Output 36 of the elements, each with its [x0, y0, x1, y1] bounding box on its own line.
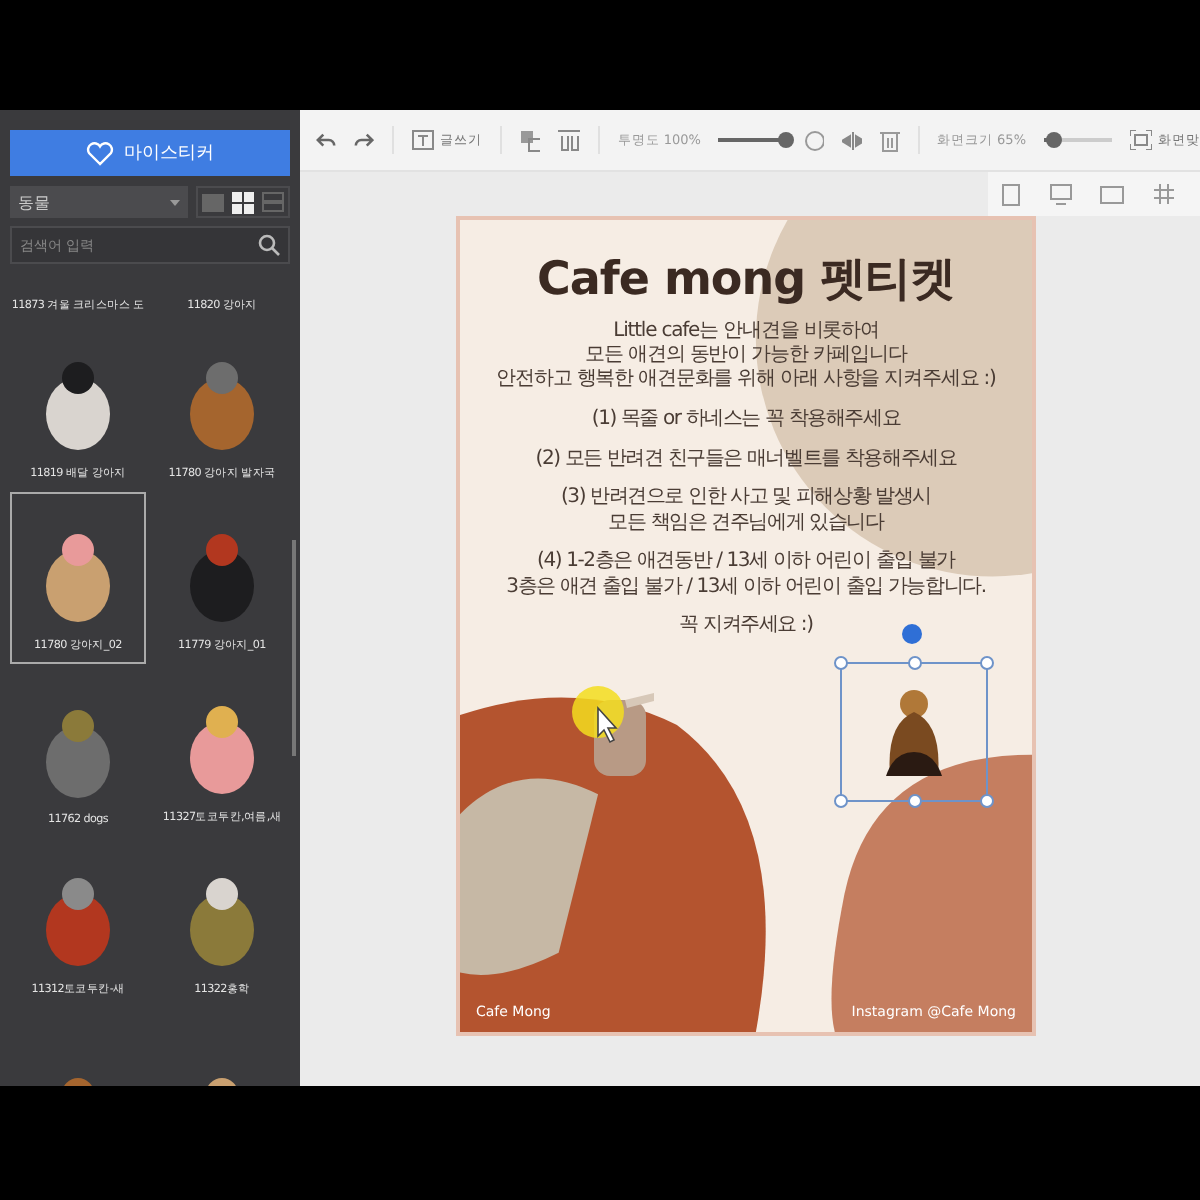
flip-icon[interactable] [842, 131, 863, 149]
intro-text: Little cafe는 안내견을 비롯하여 모든 애견의 동반이 가능한 카페입니다 안전하고 행복한 애견문화를 위해 아래 사항을 지켜주세요 :) [496, 320, 996, 392]
image-frame-icon[interactable] [1100, 185, 1125, 203]
trash-icon[interactable] [880, 129, 900, 151]
rule-text: (2) 모든 반려견 친구들은 매너벨트를 착용해주세요 [535, 447, 957, 472]
slider-thumb[interactable] [778, 132, 795, 148]
heart-icon [86, 141, 114, 165]
layers-icon[interactable] [519, 129, 540, 151]
grid-view-icon [232, 191, 254, 213]
resize-handle[interactable] [980, 655, 994, 669]
search-icon [258, 234, 280, 256]
list-view-icon [202, 193, 224, 211]
rotate-handle[interactable] [902, 623, 922, 643]
fit-screen-icon [1130, 130, 1152, 150]
category-dropdown[interactable]: 동물 [10, 186, 188, 218]
resize-handle[interactable] [908, 655, 922, 669]
align-icon[interactable] [557, 129, 580, 151]
scrollbar[interactable] [292, 540, 296, 756]
document-icon[interactable] [1002, 183, 1021, 205]
rows-view-icon [262, 192, 284, 212]
monitor-icon[interactable] [1049, 183, 1072, 205]
rule-text: (4) 1-2층은 애견동반 / 13세 이하 어린이 출입 불가 3층은 애견 출입 불가 / 13세 이하 어린이 출입 가능합니다. [506, 550, 986, 600]
text-box-icon [411, 130, 434, 150]
closing-text: 꼭 지켜주세요 :) [679, 614, 813, 639]
caret-icon [170, 199, 180, 205]
rule-text: (3) 반려견으로 인한 사고 및 피해상황 발생시 모든 책임은 견주님에게 있습니다 [560, 486, 932, 536]
redo-icon[interactable] [354, 131, 375, 149]
resize-handle[interactable] [834, 655, 848, 669]
slider-thumb[interactable] [1046, 132, 1063, 148]
rule-text: (1) 목줄 or 하네스는 꼭 착용해주세요 [591, 408, 901, 433]
resize-handle[interactable] [834, 793, 848, 807]
poster-title: Cafe mong 펫티켓 [536, 252, 956, 310]
grid-lines-icon[interactable] [1153, 184, 1174, 204]
undo-icon[interactable] [316, 131, 337, 149]
view-mode-button[interactable] [228, 191, 258, 213]
my-sticker-button[interactable]: 마이스티커 [10, 130, 290, 176]
